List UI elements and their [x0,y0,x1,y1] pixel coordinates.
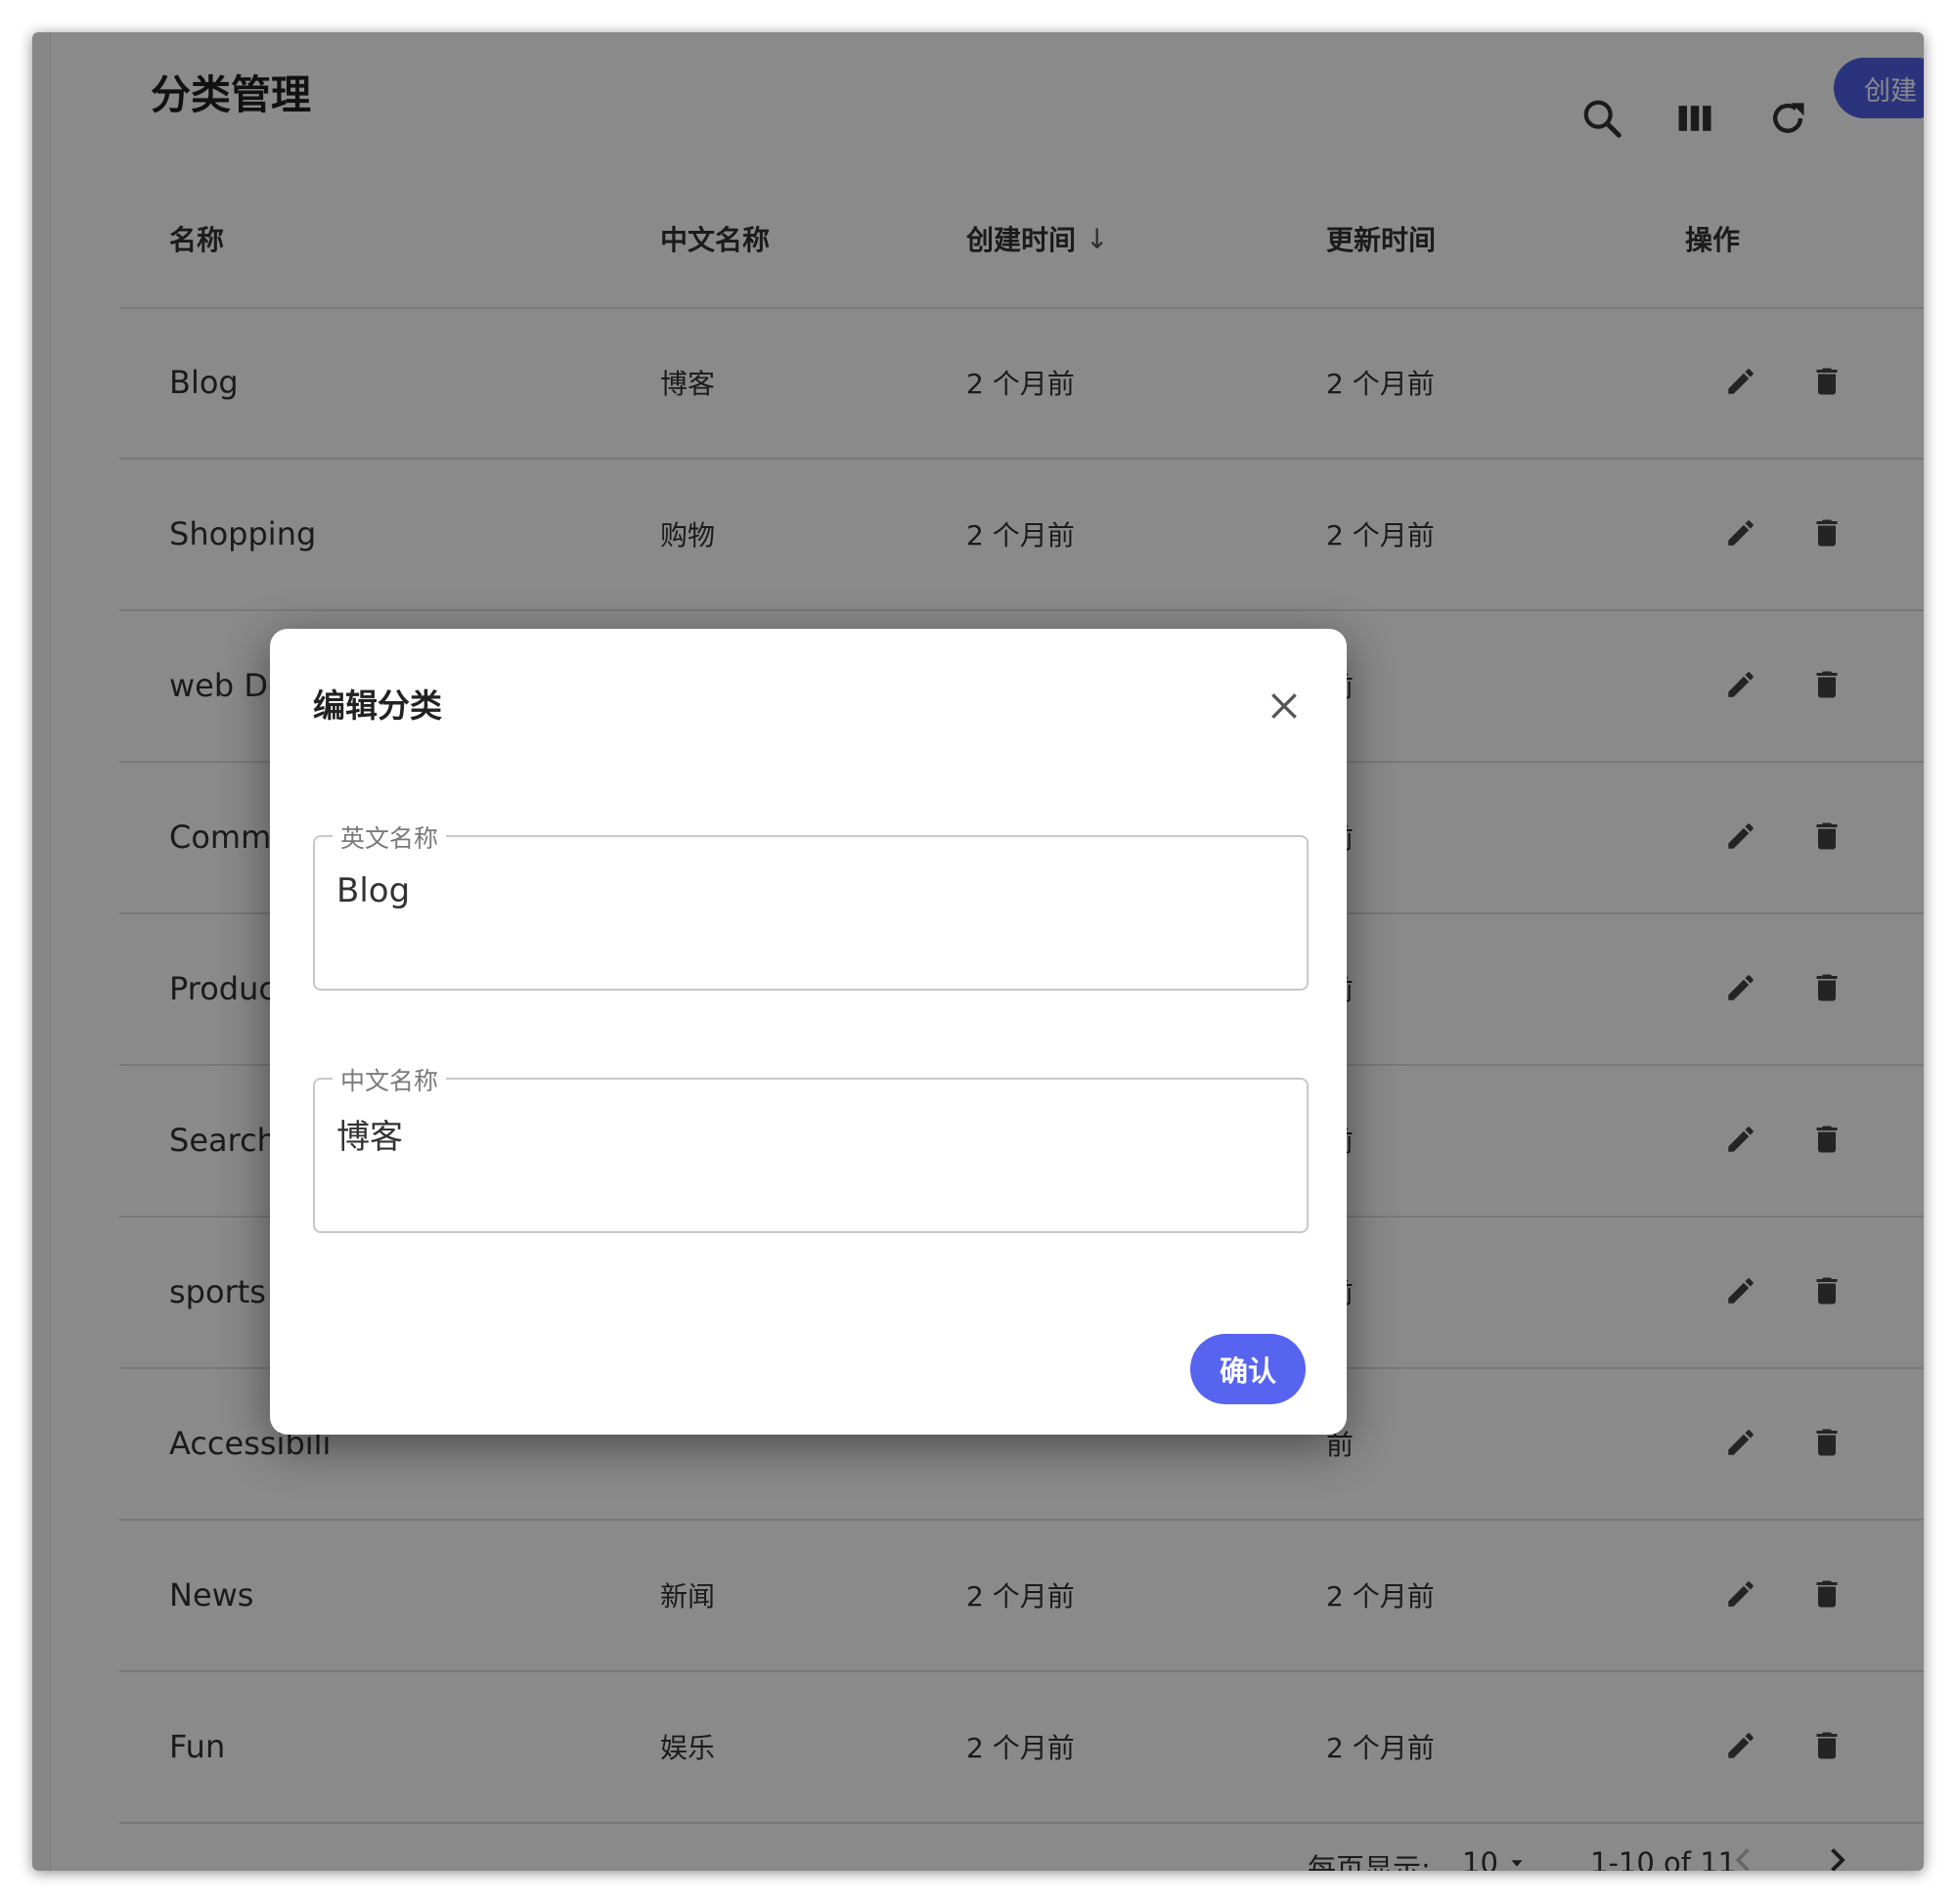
edit-category-dialog: 编辑分类 英文名称 中文名称 确认 [270,629,1347,1435]
chinese-name-input[interactable] [336,1109,1275,1158]
close-icon[interactable] [1256,678,1312,734]
chinese-name-label: 中文名称 [333,1062,447,1097]
english-name-field: 英文名称 [313,819,1309,991]
english-name-input[interactable] [336,866,1275,915]
confirm-button[interactable]: 确认 [1190,1334,1306,1404]
english-name-label: 英文名称 [333,819,447,855]
dialog-title: 编辑分类 [313,686,442,725]
chinese-name-field: 中文名称 [313,1062,1309,1233]
